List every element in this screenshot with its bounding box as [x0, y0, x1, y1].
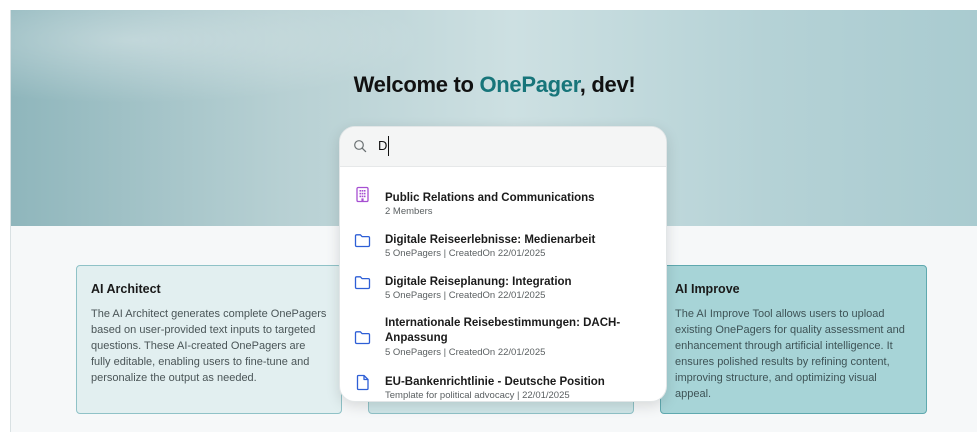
result-name: Public Relations and Communications	[385, 192, 595, 204]
search-dropdown: D Public Relations and Communications 2 …	[339, 126, 667, 402]
brand-name: OnePager	[479, 72, 580, 97]
result-name: Digitale Reiseerlebnisse: Medienarbeit	[385, 234, 596, 246]
search-result-item[interactable]: Digitale Reiseerlebnisse: Medienarbeit 5…	[340, 223, 666, 259]
search-result-item[interactable]: EU-Bankenrichtlinie - Deutsche Position …	[340, 363, 666, 401]
card-title: AI Architect	[91, 282, 161, 296]
ai-architect-card[interactable]: AI Architect The AI Architect generates …	[76, 265, 342, 414]
card-description: The AI Improve Tool allows users to uplo…	[675, 308, 905, 400]
card-title: AI Improve	[675, 282, 740, 296]
result-name: EU-Bankenrichtlinie - Deutsche Position	[385, 376, 605, 388]
result-meta: Template for political advocacy | 22/01/…	[385, 390, 570, 401]
building-icon	[356, 186, 369, 203]
result-meta: 5 OnePagers | CreatedOn 22/01/2025	[385, 347, 546, 358]
card-description: The AI Architect generates complete OneP…	[91, 308, 327, 384]
result-meta: 5 OnePagers | CreatedOn 22/01/2025	[385, 290, 546, 301]
result-meta: 2 Members	[385, 206, 433, 217]
search-input[interactable]: D	[378, 136, 390, 156]
folder-icon	[354, 234, 371, 248]
result-name: Digitale Reiseplanung: Integration	[385, 276, 572, 288]
search-result-item[interactable]: Digitale Reiseplanung: Integration 5 One…	[340, 265, 666, 301]
search-result-item[interactable]: Public Relations and Communications 2 Me…	[340, 179, 666, 217]
ai-improve-card[interactable]: AI Improve The AI Improve Tool allows us…	[660, 265, 927, 414]
result-meta: 5 OnePagers | CreatedOn 22/01/2025	[385, 248, 546, 259]
document-icon	[356, 374, 369, 391]
folder-icon	[354, 331, 371, 345]
result-name: Internationale Reisebestimmungen: DACH-A…	[385, 317, 621, 344]
folder-icon	[354, 276, 371, 290]
welcome-title: Welcome to OnePager, dev!	[11, 72, 977, 98]
search-bar[interactable]: D	[340, 127, 666, 167]
search-icon	[354, 140, 367, 153]
welcome-suffix: , dev!	[579, 72, 636, 97]
welcome-prefix: Welcome to	[353, 72, 480, 97]
search-result-item[interactable]: Internationale Reisebestimmungen: DACH-A…	[340, 307, 666, 358]
page: Welcome to OnePager, dev! AI Architect T…	[10, 10, 977, 432]
